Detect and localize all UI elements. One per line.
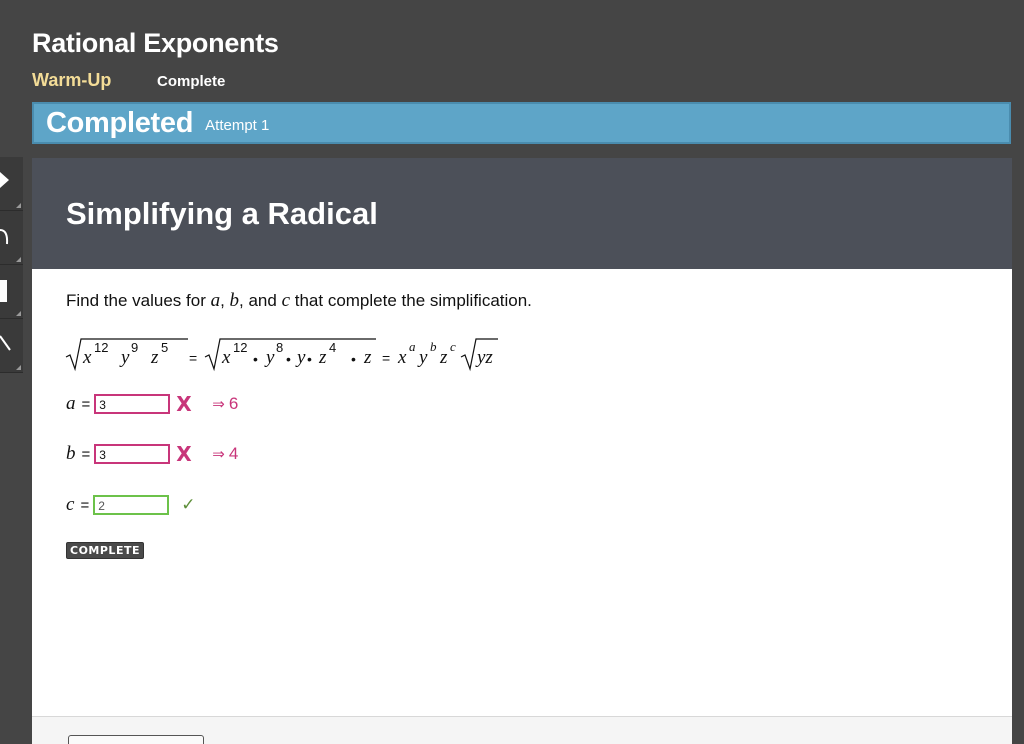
activity-card: Simplifying a Radical Find the values fo… [32, 158, 1012, 744]
answer-row-b: b = 3 X ⇒ 4 [66, 441, 238, 467]
pointer-tool[interactable] [0, 157, 23, 211]
rhs-exp-c: c [450, 339, 456, 354]
rhs-x: x [397, 347, 407, 368]
answer-input-c[interactable]: 2 [93, 495, 170, 515]
answer-input-a[interactable]: 3 [94, 394, 171, 414]
activity-footer [32, 716, 1012, 744]
answer-row-a: a = 3 X ⇒ 6 [66, 391, 238, 417]
instruction-text: Find the values for a, b, and c that com… [66, 290, 532, 312]
arrow-icon: ⇒ [212, 395, 225, 413]
correct-answer-b: ⇒ 4 [212, 444, 238, 464]
activity-header: Simplifying a Radical [32, 158, 1012, 269]
dot-2: • [286, 351, 291, 367]
lhs-base-x: x [82, 347, 92, 368]
dot-4: • [351, 351, 356, 367]
equals-1: = [189, 350, 197, 366]
mid-z: z [363, 347, 372, 368]
rhs-radicand: yz [475, 347, 493, 368]
curve-icon [0, 229, 9, 245]
instruction-var-c: c [281, 290, 291, 311]
instruction-prefix: Find the values for [66, 291, 211, 310]
mid-base-y: y [264, 347, 275, 368]
lhs-exp-x: 12 [94, 340, 108, 355]
radical-equation: x y z x y y z z x y z yz 12 9 5 12 8 4 =… [65, 338, 498, 372]
correct-answer-a: ⇒ 6 [212, 394, 238, 414]
mid-y: y [295, 347, 306, 368]
instruction-sep-1: , [220, 291, 230, 310]
rectangle-icon [0, 280, 7, 302]
instruction-var-a: a [210, 290, 221, 311]
answer-equals-b: = [81, 445, 91, 463]
breadcrumb-complete[interactable]: Complete [157, 73, 225, 90]
complete-button[interactable]: COMPLETE [66, 542, 144, 559]
line-tool[interactable] [0, 319, 23, 373]
breadcrumb-warm-up[interactable]: Warm-Up [32, 70, 111, 91]
rhs-exp-a: a [409, 339, 416, 354]
answer-equals-a: = [81, 395, 91, 413]
incorrect-icon: X [176, 442, 192, 466]
mid-exp-z: 4 [329, 340, 336, 355]
attempt-label: Attempt 1 [205, 116, 270, 134]
line-icon [0, 335, 11, 351]
answer-label-b: b [66, 443, 76, 464]
status-bar: Completed Attempt 1 [32, 102, 1011, 144]
arrow-icon: ⇒ [212, 445, 225, 463]
answer-row-c: c = 2 ✓ [66, 492, 195, 518]
incorrect-icon: X [176, 392, 192, 416]
correct-value-b: 4 [228, 444, 239, 463]
answer-label-a: a [66, 393, 76, 414]
dot-1: • [253, 351, 258, 367]
lhs-exp-z: 5 [161, 340, 168, 355]
lhs-exp-y: 9 [131, 340, 138, 355]
correct-check-icon: ✓ [181, 495, 196, 515]
mid-base-z: z [318, 347, 327, 368]
mid-exp-y: 8 [276, 340, 283, 355]
rhs-z: z [439, 347, 448, 368]
curve-tool[interactable] [0, 211, 23, 265]
mid-base-x: x [221, 347, 231, 368]
mid-exp-x: 12 [233, 340, 247, 355]
answer-input-b[interactable]: 3 [94, 444, 171, 464]
rhs-y: y [417, 347, 428, 368]
instruction-var-b: b [229, 290, 240, 311]
answer-label-c: c [66, 494, 75, 515]
rectangle-tool[interactable] [0, 265, 23, 319]
activity-title: Simplifying a Radical [66, 196, 378, 231]
pointer-icon [0, 172, 9, 188]
answer-equals-c: = [80, 496, 90, 514]
equals-2: = [382, 350, 390, 366]
lhs-base-z: z [150, 347, 159, 368]
footer-button[interactable] [68, 735, 204, 744]
correct-value-a: 6 [228, 394, 239, 413]
dot-3: • [307, 351, 312, 367]
lhs-base-y: y [119, 347, 130, 368]
tool-palette [0, 157, 24, 373]
instruction-sep-2: , and [239, 291, 282, 310]
rhs-exp-b: b [430, 339, 437, 354]
page-title: Rational Exponents [32, 28, 279, 58]
status-label: Completed [46, 106, 194, 139]
instruction-suffix: that complete the simplification. [290, 291, 532, 310]
